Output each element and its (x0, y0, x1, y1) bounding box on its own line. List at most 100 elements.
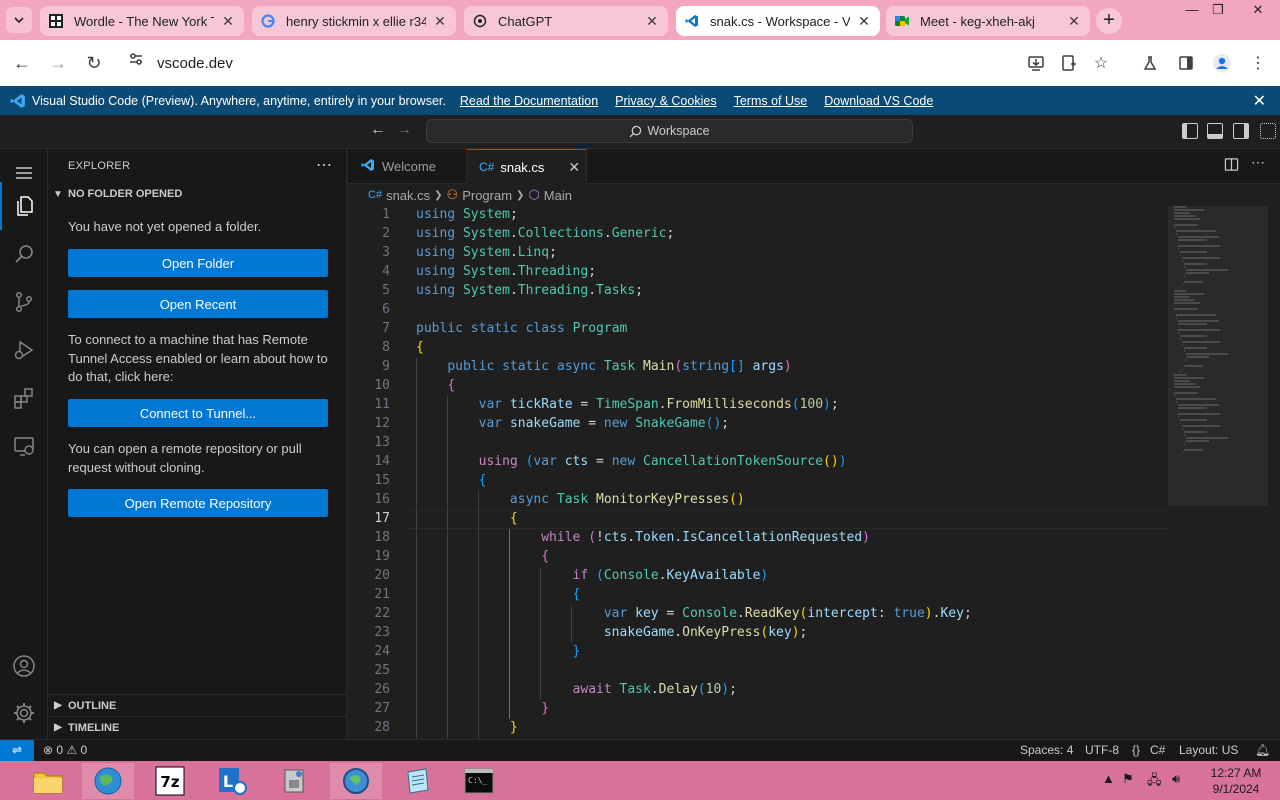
show-hidden-icons-icon[interactable]: ▲ (1102, 771, 1115, 786)
go-forward-icon[interactable]: → (396, 121, 412, 139)
go-back-icon[interactable]: ← (370, 121, 386, 139)
download-link[interactable]: Download VS Code (824, 94, 933, 108)
tab-welcome[interactable]: Welcome (348, 149, 467, 184)
toggle-secondary-sidebar-icon[interactable] (1233, 123, 1249, 139)
browser-app-icon[interactable] (82, 763, 134, 799)
close-banner-icon[interactable]: ✕ (1253, 91, 1266, 111)
labs-flask-icon[interactable] (1139, 52, 1161, 74)
breadcrumb-class[interactable]: Program (462, 188, 512, 203)
profile-icon[interactable] (1211, 52, 1233, 74)
remote-indicator-icon[interactable]: ⇌ (0, 740, 34, 761)
open-remote-repository-button[interactable]: Open Remote Repository (68, 489, 328, 517)
line-number: 7 (382, 321, 390, 336)
indentation-status[interactable]: Spaces: 4 (1020, 740, 1073, 761)
command-center[interactable]: Workspace (426, 119, 913, 143)
toggle-panel-icon[interactable] (1207, 123, 1223, 139)
browser-tab-vscode[interactable]: snak.cs - Workspace - Vis ✕ (676, 6, 880, 36)
customize-layout-icon[interactable] (1260, 123, 1276, 139)
source-control-icon[interactable] (0, 278, 48, 326)
privacy-link[interactable]: Privacy & Cookies (615, 94, 716, 108)
outline-section-header[interactable]: ▶ OUTLINE (48, 694, 347, 716)
line-number: 6 (382, 302, 390, 317)
terminal-icon[interactable]: C:\_ (453, 763, 505, 799)
line-number: 11 (374, 397, 390, 412)
installer-icon[interactable] (268, 763, 320, 799)
language-status[interactable]: C# (1150, 740, 1165, 761)
editor-more-actions-icon[interactable]: ⋯ (1251, 154, 1265, 171)
open-recent-button[interactable]: Open Recent (68, 290, 328, 318)
warning-icon: ⚠ (66, 743, 78, 757)
minimap-line (1176, 314, 1216, 316)
network-icon[interactable]: 🖧︎ (1147, 771, 1162, 793)
close-tab-icon[interactable]: ✕ (432, 13, 448, 29)
close-tab-icon[interactable]: ✕ (220, 13, 236, 29)
lync-icon[interactable]: L (206, 763, 258, 799)
restore-icon[interactable]: ❐ (1200, 0, 1236, 20)
back-icon[interactable]: ← (10, 51, 34, 75)
browser-menu-icon[interactable]: ⋮ (1247, 52, 1269, 74)
close-tab-icon[interactable]: ✕ (568, 159, 580, 176)
braces-icon[interactable]: {} (1132, 740, 1140, 761)
address-bar[interactable]: vscode.dev (118, 47, 1018, 79)
close-tab-icon[interactable]: ✕ (1066, 13, 1082, 29)
minimap-line (1174, 296, 1191, 298)
keyboard-layout-status[interactable]: Layout: US (1179, 740, 1238, 761)
timeline-section-header[interactable]: ▶ TIMELINE (48, 716, 347, 738)
install-app-icon[interactable] (1025, 52, 1047, 74)
minimap-line (1180, 251, 1207, 253)
new-tab-button[interactable]: + (1096, 8, 1122, 34)
minimap-line (1176, 398, 1216, 400)
read-docs-link[interactable]: Read the Documentation (460, 94, 598, 108)
encoding-status[interactable]: UTF-8 (1085, 740, 1119, 761)
problems-indicator[interactable]: ⊗ 0 ⚠ 0 (43, 740, 87, 761)
browser-tab-meet[interactable]: Meet - keg-xheh-akj ✕ (886, 6, 1090, 36)
explorer-icon[interactable] (0, 182, 48, 230)
notifications-bell-icon[interactable]: 🔔︎ (1255, 740, 1270, 761)
minimap-line (1174, 212, 1191, 214)
tab-title: ChatGPT (498, 13, 553, 29)
tab-snak-cs[interactable]: C# snak.cs ✕ (467, 149, 587, 184)
no-folder-section-header[interactable]: ▼ NO FOLDER OPENED (48, 183, 347, 205)
volume-icon[interactable]: 🔊︎ (1172, 771, 1180, 787)
open-in-app-icon[interactable] (1058, 52, 1080, 74)
side-panel-icon[interactable] (1175, 52, 1197, 74)
file-explorer-icon[interactable] (22, 763, 74, 799)
remote-explorer-icon[interactable] (0, 422, 48, 470)
connect-tunnel-button[interactable]: Connect to Tunnel... (68, 399, 328, 427)
close-tab-icon[interactable]: ✕ (856, 13, 872, 29)
browser-tab-google[interactable]: henry stickmin x ellie r34 ✕ (252, 6, 456, 36)
tab-label: Welcome (382, 159, 436, 174)
tab-search-button[interactable] (6, 7, 32, 33)
search-icon[interactable] (0, 230, 48, 278)
browser-tab-chatgpt[interactable]: ChatGPT ✕ (464, 6, 668, 36)
7zip-icon[interactable]: 7z (144, 763, 196, 799)
notepad-icon[interactable] (391, 763, 443, 799)
manage-gear-icon[interactable] (0, 689, 48, 737)
minimap[interactable] (1168, 206, 1268, 739)
run-debug-icon[interactable] (0, 326, 48, 374)
flag-icon[interactable]: ⚑ (1122, 771, 1134, 787)
code-editor[interactable]: 1 using System; 2 using System.Collections.… (348, 206, 1280, 739)
toggle-sidebar-icon[interactable] (1182, 123, 1198, 139)
code-line: } (509, 720, 518, 735)
site-info-icon[interactable] (124, 51, 148, 75)
open-folder-button[interactable]: Open Folder (68, 249, 328, 277)
network-globe-icon[interactable] (330, 763, 382, 799)
forward-icon[interactable]: → (46, 51, 70, 75)
terms-link[interactable]: Terms of Use (734, 94, 808, 108)
reload-icon[interactable]: ↻ (82, 51, 106, 75)
breadcrumb-method[interactable]: Main (544, 188, 572, 203)
bookmark-star-icon[interactable]: ☆ (1090, 52, 1112, 74)
split-editor-icon[interactable] (1224, 157, 1239, 175)
account-icon[interactable] (0, 642, 48, 690)
more-actions-icon[interactable]: ⋯ (316, 155, 332, 175)
extensions-icon[interactable] (0, 374, 48, 422)
close-window-icon[interactable]: ✕ (1240, 0, 1276, 20)
browser-tab-wordle[interactable]: Wordle - The New York Ti ✕ (40, 6, 244, 36)
close-tab-icon[interactable]: ✕ (644, 13, 660, 29)
minimap-line (1182, 425, 1220, 427)
minimap-line (1178, 332, 1179, 334)
code-line: { (509, 511, 518, 526)
system-clock[interactable]: 12:27 AM 9/1/2024 (1196, 765, 1276, 797)
breadcrumb-file[interactable]: snak.cs (386, 188, 430, 203)
